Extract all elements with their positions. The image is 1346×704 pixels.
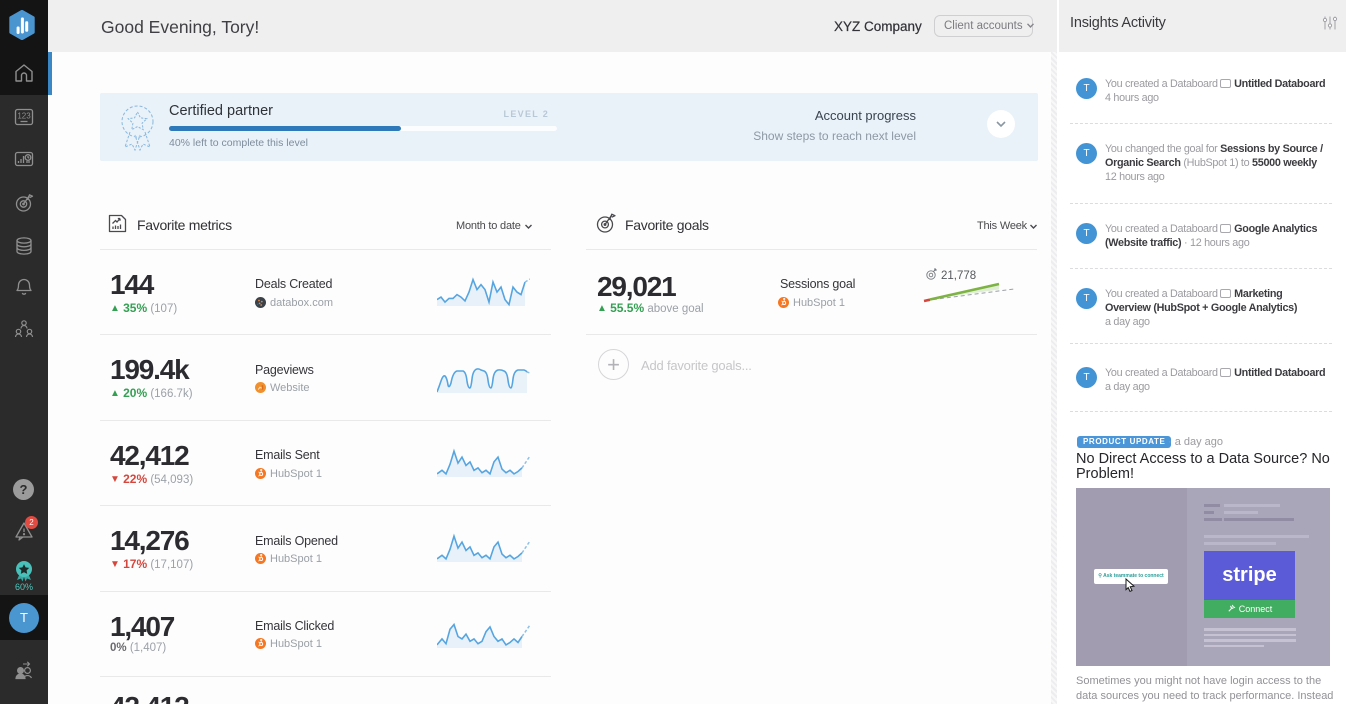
svg-text:21,778: 21,778	[941, 270, 976, 282]
svg-text:123: 123	[17, 112, 31, 121]
